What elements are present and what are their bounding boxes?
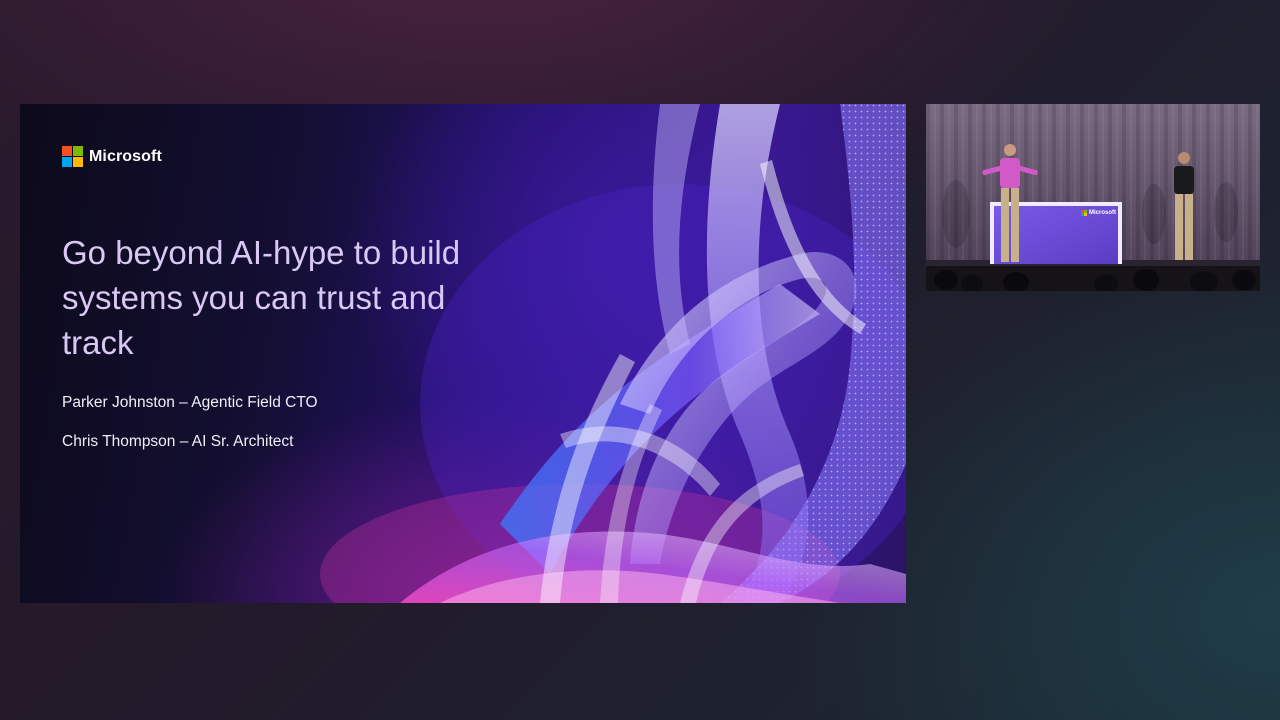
podium-logo: Microsoft [1081, 210, 1116, 216]
microsoft-logo: Microsoft [62, 146, 162, 167]
podium-microsoft-icon [1081, 210, 1087, 216]
presentation-slide: Microsoft Go beyond AI-hype to build sys… [20, 104, 906, 603]
stage-scene [926, 104, 1260, 291]
slide-title: Go beyond AI-hype to build systems you c… [62, 234, 461, 361]
camera-feed: Microsoft [926, 104, 1260, 291]
podium-wordmark: Microsoft [1089, 210, 1116, 216]
presenter-1: Parker Johnston – Agentic Field CTO [62, 394, 318, 411]
microsoft-squares-icon [62, 146, 83, 167]
microsoft-wordmark: Microsoft [89, 147, 162, 165]
presenter-2: Chris Thompson – AI Sr. Architect [62, 433, 294, 450]
